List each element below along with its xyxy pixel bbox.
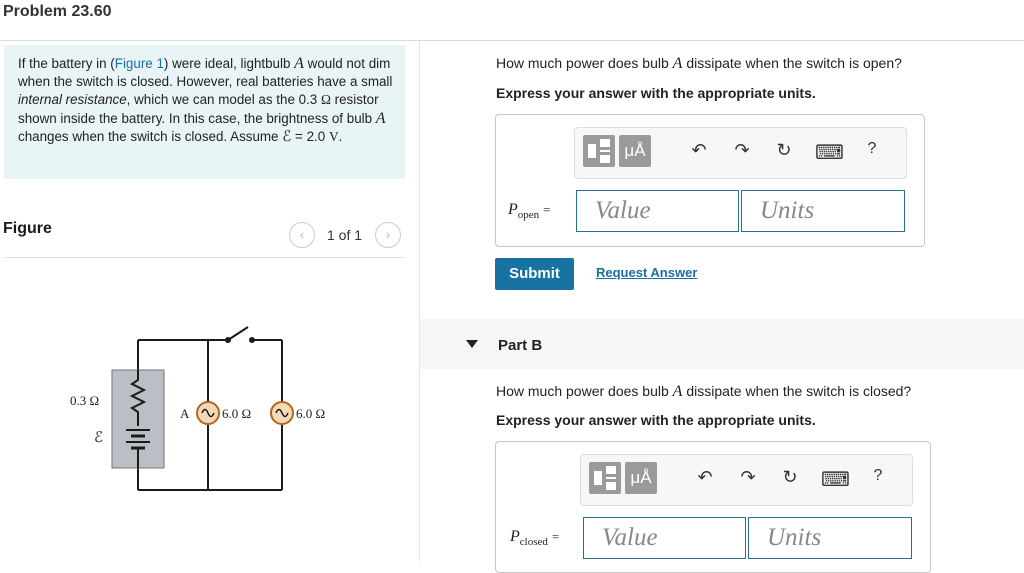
request-answer-link[interactable]: Request Answer	[596, 265, 697, 280]
bulb-a-label: A	[180, 406, 190, 421]
part-b-units-input[interactable]: Units	[748, 517, 912, 559]
part-b-label[interactable]: Part B	[498, 337, 542, 354]
problem-statement: If the battery in (Figure 1) were ideal,…	[4, 45, 405, 179]
chevron-left-icon: ‹	[299, 227, 305, 242]
switch-contact	[225, 337, 231, 343]
help-icon[interactable]: ?	[866, 467, 890, 485]
part-b-toolbar: μÅ ↶ ↷ ↻ ⌨ ?	[580, 454, 913, 506]
problem-title: Problem 23.60	[3, 3, 112, 20]
undo-icon[interactable]: ↶	[693, 467, 717, 488]
caret-down-icon[interactable]	[466, 340, 478, 348]
chevron-right-icon: ›	[385, 227, 391, 242]
part-b-question: How much power does bulb A dissipate whe…	[496, 383, 912, 400]
reset-icon[interactable]: ↻	[778, 467, 802, 488]
redo-icon[interactable]: ↷	[736, 467, 760, 488]
battery-resistance-label: 0.3 Ω	[70, 393, 99, 408]
prev-figure-button[interactable]: ‹	[289, 222, 315, 248]
column-divider	[419, 41, 420, 561]
templates-button[interactable]	[589, 462, 621, 494]
problem-text: If the battery in (Figure 1) were ideal,…	[18, 55, 393, 145]
bulb-a-resistance: 6.0 Ω	[222, 406, 251, 421]
part-a-question: How much power does bulb A dissipate whe…	[496, 55, 902, 72]
part-a-answer-box: μÅ ↶ ↷ ↻ ⌨ ? Popen = Value Units	[495, 114, 925, 247]
part-b-answer-box: μÅ ↶ ↷ ↻ ⌨ ? Pclosed = Value Units	[495, 441, 931, 573]
templates-button[interactable]	[583, 135, 615, 167]
part-b-variable: Pclosed =	[510, 528, 560, 549]
switch-blade	[227, 326, 249, 341]
circuit-diagram: 0.3 Ω ℰ A 6.0 Ω 6.0 Ω	[70, 326, 325, 491]
undo-icon[interactable]: ↶	[687, 140, 711, 161]
switch-contact	[249, 337, 255, 343]
pager-count: 1 of 1	[327, 227, 363, 243]
header-bar: Problem 23.60	[0, 0, 1024, 41]
help-icon[interactable]: ?	[860, 140, 884, 158]
part-b-value-input[interactable]: Value	[583, 517, 746, 559]
keyboard-icon[interactable]: ⌨	[815, 140, 844, 165]
part-a-instruction: Express your answer with the appropriate…	[496, 85, 816, 101]
submit-button[interactable]: Submit	[495, 258, 574, 290]
figure-heading: Figure	[3, 220, 52, 237]
units-button[interactable]: μÅ	[619, 135, 651, 167]
reset-icon[interactable]: ↻	[772, 140, 796, 161]
figure-link[interactable]: Figure 1	[115, 56, 164, 71]
part-a-value-input[interactable]: Value	[576, 190, 739, 232]
figure-divider	[4, 257, 405, 258]
template-icon	[594, 471, 602, 485]
part-a-units-input[interactable]: Units	[741, 190, 905, 232]
emf-label: ℰ	[94, 430, 103, 446]
template-icon	[588, 144, 596, 158]
next-figure-button[interactable]: ›	[375, 222, 401, 248]
redo-icon[interactable]: ↷	[730, 140, 754, 161]
part-a-toolbar: μÅ ↶ ↷ ↻ ⌨ ?	[574, 127, 907, 179]
units-button[interactable]: μÅ	[625, 462, 657, 494]
bulb-b-resistance: 6.0 Ω	[296, 406, 325, 421]
keyboard-icon[interactable]: ⌨	[821, 467, 850, 492]
part-a-variable: Popen =	[508, 201, 551, 222]
part-b-instruction: Express your answer with the appropriate…	[496, 412, 816, 428]
